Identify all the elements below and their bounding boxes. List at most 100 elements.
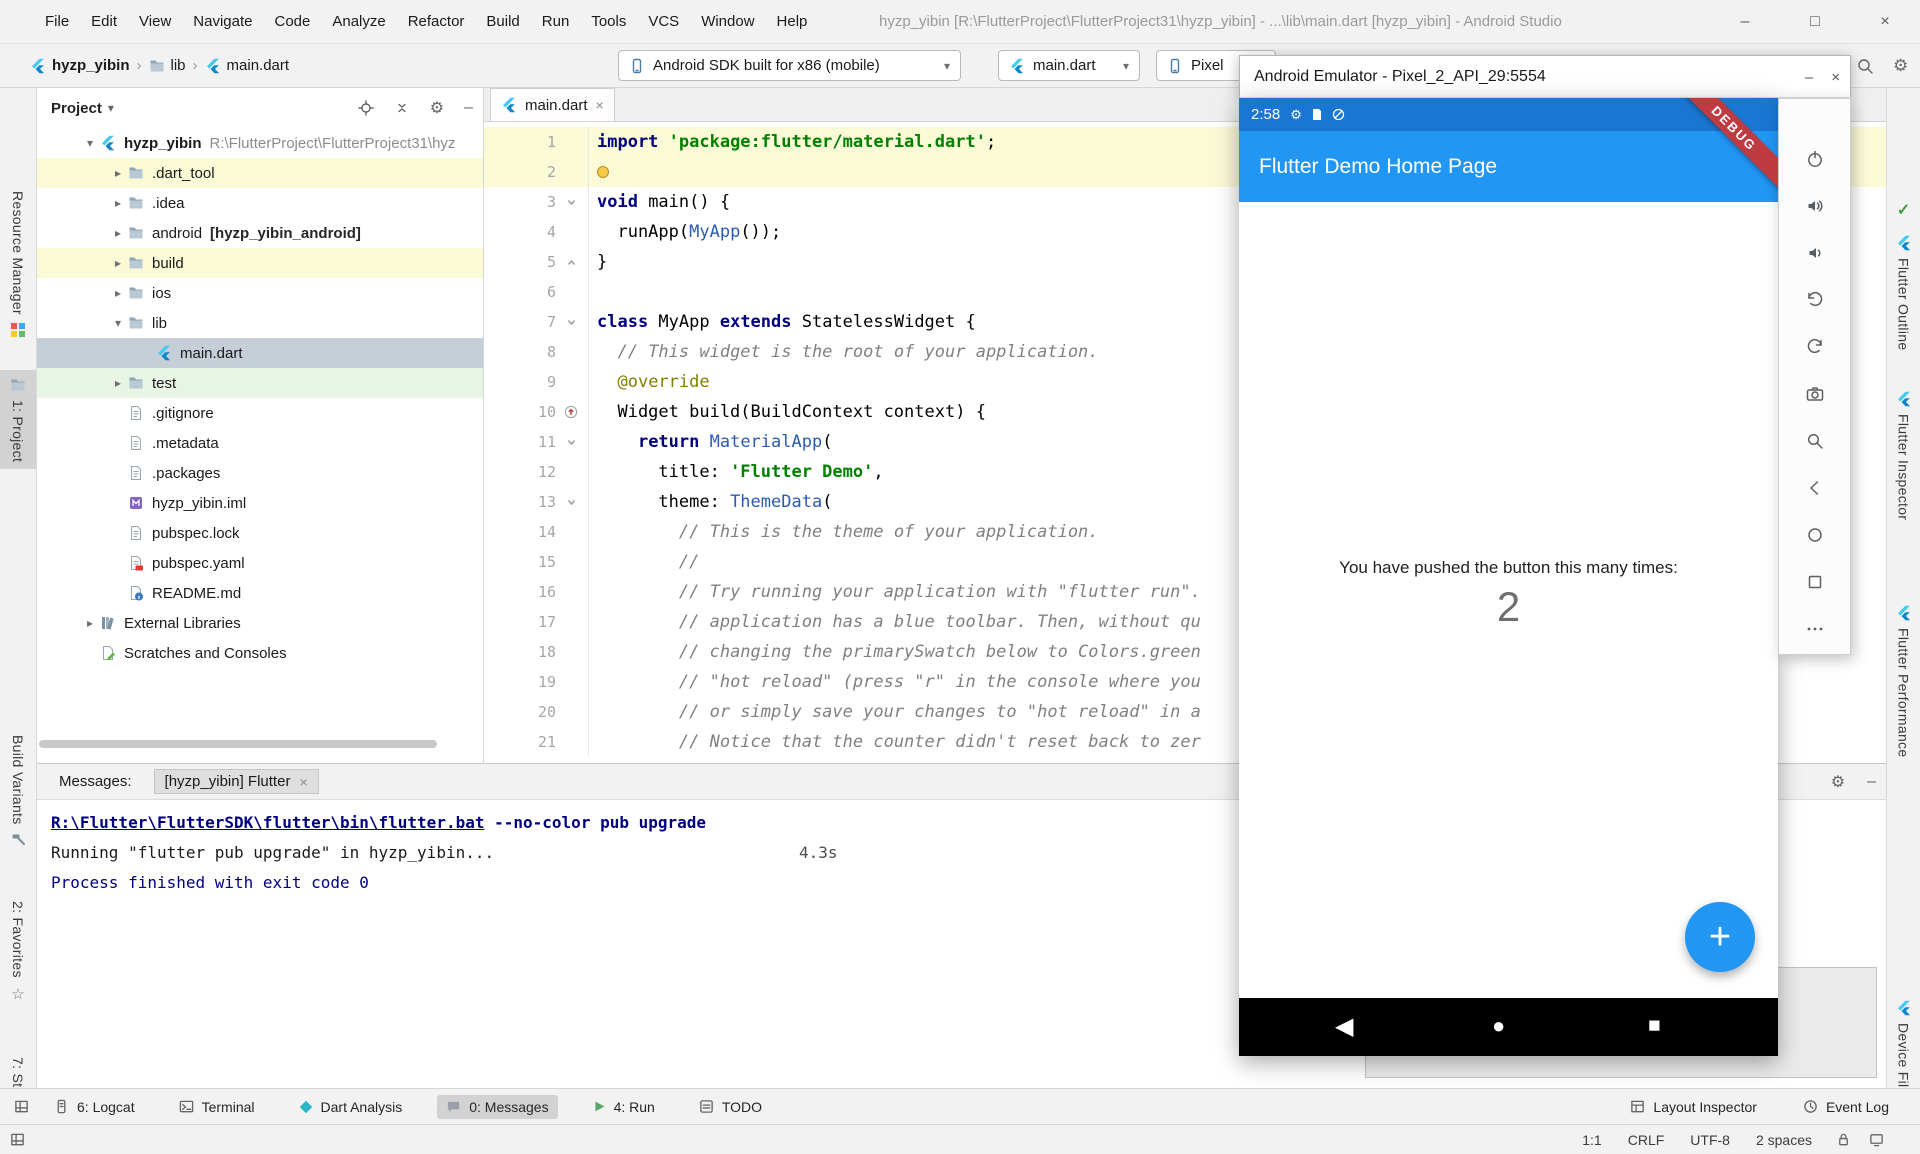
fold-marker-icon[interactable] [556,487,586,517]
tree-item-main-dart[interactable]: main.dart [37,338,483,368]
tree-item-pubspec-yaml[interactable]: pubspec.yaml [37,548,483,578]
collapse-all-icon[interactable] [394,100,410,116]
tree-item-idea[interactable]: ▸.idea [37,188,483,218]
emulator-screen[interactable]: 2:58 ⚙ Flutter Demo Home Page DEBUG You … [1239,98,1778,1056]
toolwindow-event-log[interactable]: Event Log [1794,1095,1898,1119]
line-number[interactable]: 7 [484,307,556,337]
menu-code[interactable]: Code [263,0,321,44]
line-number[interactable]: 10 [484,397,556,427]
tree-item-pubspec-lock[interactable]: pubspec.lock [37,518,483,548]
intention-bulb-icon[interactable] [597,166,609,178]
breadcrumb-hyzp-yibin[interactable]: hyzp_yibin [30,57,130,74]
notifications-icon[interactable] [1869,1132,1884,1147]
flutter-bat-link[interactable]: R:\Flutter\FlutterSDK\flutter\bin\flutte… [51,813,484,832]
nav-home-button[interactable]: ● [1492,1013,1505,1039]
toolwindow-6-logcat[interactable]: 6: Logcat [45,1095,144,1119]
toolwindow-0-messages[interactable]: 0: Messages [437,1095,557,1119]
line-number[interactable]: 18 [484,637,556,667]
emulator-minimize-button[interactable]: – [1805,69,1813,86]
line-number[interactable]: 2 [484,157,556,187]
line-number[interactable]: 8 [484,337,556,367]
fold-marker-icon[interactable] [556,247,586,277]
emulator-titlebar[interactable]: Android Emulator - Pixel_2_API_29:5554 –… [1239,55,1851,98]
line-number[interactable]: 4 [484,217,556,247]
toolstrip-flutter-outline[interactable]: Flutter Outline [1887,228,1920,357]
menu-edit[interactable]: Edit [80,0,128,44]
menu-vcs[interactable]: VCS [637,0,690,44]
menu-analyze[interactable]: Analyze [321,0,396,44]
menu-window[interactable]: Window [690,0,765,44]
menu-build[interactable]: Build [475,0,530,44]
more-button[interactable] [1779,605,1850,652]
line-number[interactable]: 20 [484,697,556,727]
line-number[interactable]: 6 [484,277,556,307]
minimize-button[interactable]: – [1710,0,1780,44]
menu-navigate[interactable]: Navigate [182,0,263,44]
menu-refactor[interactable]: Refactor [397,0,476,44]
tree-item-dart-tool[interactable]: ▸.dart_tool [37,158,483,188]
line-number[interactable]: 3 [484,187,556,217]
toolstrip-resource-manager[interactable]: Resource Manager [0,184,36,345]
status-2-spaces[interactable]: 2 spaces [1756,1132,1812,1148]
tree-item-readme-md[interactable]: README.md [37,578,483,608]
nav-overview-button[interactable]: ■ [1648,1014,1661,1038]
toolstrip-build-variants[interactable]: Build Variants [0,728,36,854]
tree-item-scratches-and-consoles[interactable]: Scratches and Consoles [37,638,483,668]
nav-back-button[interactable]: ◀ [1335,1012,1353,1041]
menu-run[interactable]: Run [531,0,581,44]
volume-up-button[interactable] [1779,182,1850,229]
tree-item-hyzp-yibin[interactable]: ▾hyzp_yibinR:\FlutterProject\FlutterProj… [37,128,483,158]
horizontal-scrollbar[interactable] [39,740,437,748]
line-number[interactable]: 11 [484,427,556,457]
line-number[interactable]: 14 [484,517,556,547]
emulator-close-button[interactable]: × [1831,69,1840,86]
tree-item-build[interactable]: ▸build [37,248,483,278]
overview-button[interactable] [1779,558,1850,605]
tree-item-external-libraries[interactable]: ▸External Libraries [37,608,483,638]
lock-icon[interactable] [1836,1132,1851,1147]
status-1-1[interactable]: 1:1 [1582,1132,1601,1148]
back-button[interactable] [1779,464,1850,511]
line-number[interactable]: 15 [484,547,556,577]
settings-icon[interactable]: ⚙ [430,98,444,118]
screenshot-button[interactable] [1779,370,1850,417]
project-view-selector[interactable]: Project ▾ [51,100,114,117]
line-number[interactable]: 9 [484,367,556,397]
locate-file-icon[interactable] [358,100,374,116]
menu-file[interactable]: File [34,0,80,44]
line-number[interactable]: 17 [484,607,556,637]
status-crlf[interactable]: CRLF [1628,1132,1665,1148]
line-number[interactable]: 5 [484,247,556,277]
menu-view[interactable]: View [128,0,182,44]
close-tab-icon[interactable]: × [596,97,604,113]
fold-marker-icon[interactable] [556,187,586,217]
fold-marker-icon[interactable] [556,307,586,337]
toolwindow-dart-analysis[interactable]: Dart Analysis [290,1095,412,1119]
toolwindow-terminal[interactable]: Terminal [170,1095,264,1119]
line-number[interactable]: 12 [484,457,556,487]
line-number[interactable]: 16 [484,577,556,607]
breadcrumb-lib[interactable]: lib [149,57,186,74]
run-config-dropdown[interactable]: main.dart ▾ [998,50,1140,81]
maximize-button[interactable]: □ [1780,0,1850,44]
tree-item-metadata[interactable]: .metadata [37,428,483,458]
line-number[interactable]: 13 [484,487,556,517]
tree-item-gitignore[interactable]: .gitignore [37,398,483,428]
rotate-right-button[interactable] [1779,323,1850,370]
power-button[interactable] [1779,135,1850,182]
close-tab-icon[interactable]: × [299,774,307,790]
menu-tools[interactable]: Tools [580,0,637,44]
menu-help[interactable]: Help [766,0,819,44]
hide-panel-icon[interactable]: – [464,99,473,117]
toolstrip-flutter-inspector[interactable]: Flutter Inspector [1887,384,1920,527]
tree-item-packages[interactable]: .packages [37,458,483,488]
close-button[interactable]: × [1850,0,1920,44]
toolwindow-todo[interactable]: TODO [690,1095,771,1119]
tree-item-ios[interactable]: ▸ios [37,278,483,308]
settings-icon[interactable]: ⚙ [1893,56,1908,76]
status-utf-8[interactable]: UTF-8 [1690,1132,1730,1148]
toolwindow-4-run[interactable]: 4: Run [584,1095,664,1119]
volume-down-button[interactable] [1779,229,1850,276]
hide-panel-icon[interactable]: – [1867,773,1876,791]
toolwindow-layout-icon[interactable] [14,1099,29,1114]
